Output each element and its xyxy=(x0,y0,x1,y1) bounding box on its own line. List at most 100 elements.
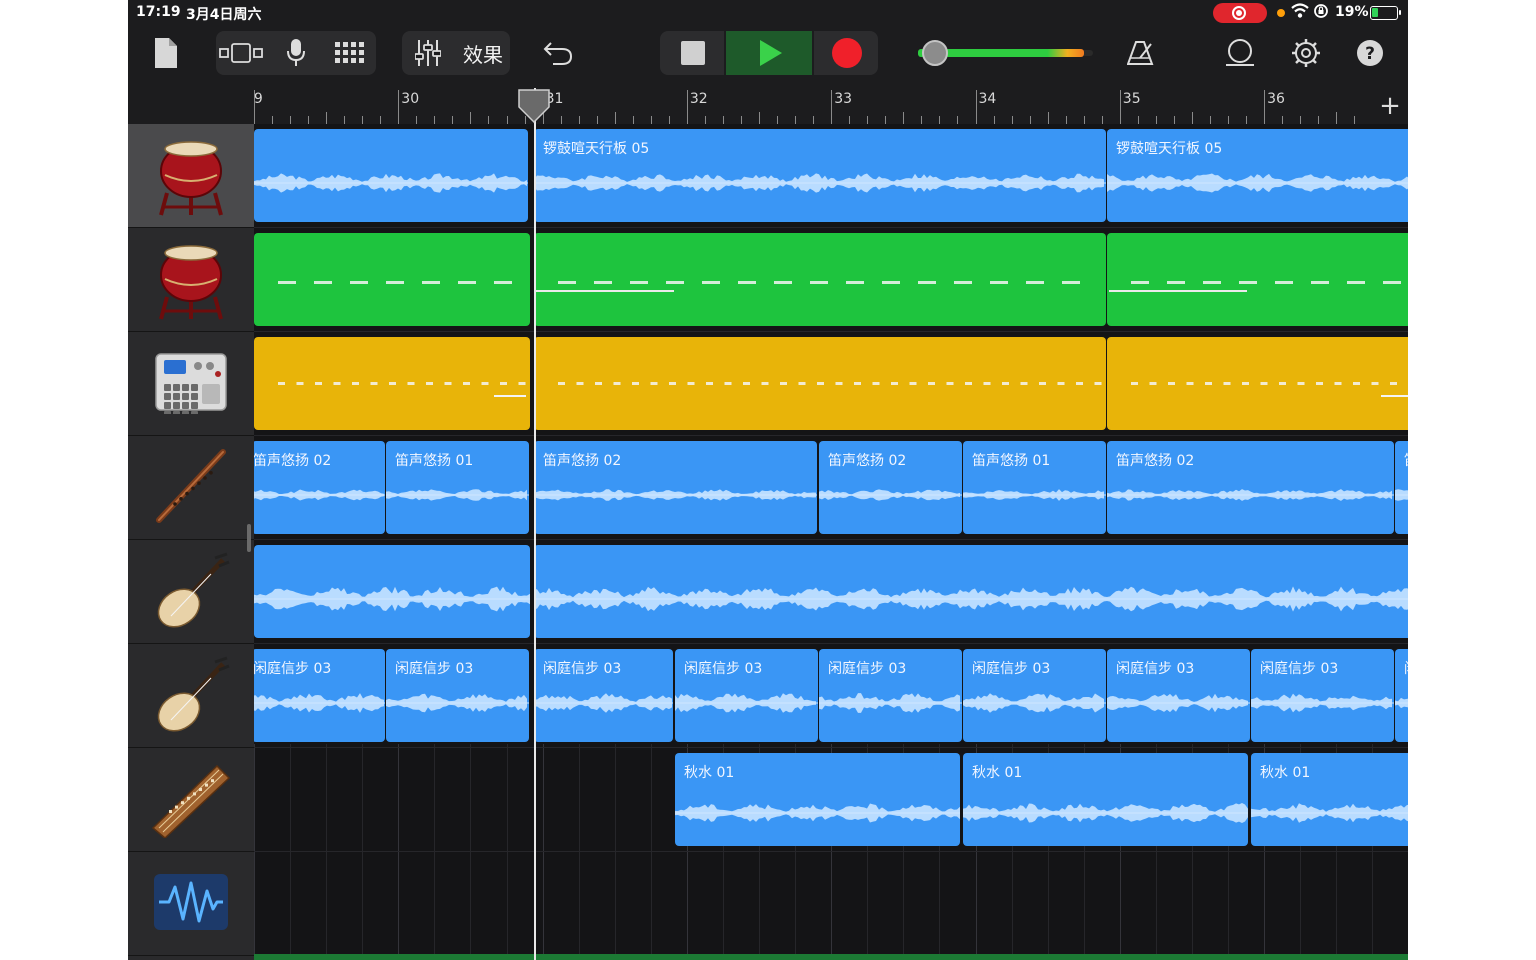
audio-region[interactable]: 笛声悠扬 01 xyxy=(963,441,1106,534)
drum-region[interactable] xyxy=(534,233,1106,326)
song-sections-button[interactable]: + xyxy=(1372,88,1408,124)
loop-browser-button[interactable] xyxy=(1222,31,1258,75)
waveform xyxy=(534,489,817,501)
audio-region[interactable]: 闲庭信步 03 xyxy=(1107,649,1250,742)
sliders-icon xyxy=(415,40,441,66)
ruler-tick xyxy=(398,90,400,124)
ruler-tick xyxy=(1336,112,1338,124)
record-button[interactable] xyxy=(814,31,878,75)
beat-sequencer-icon xyxy=(154,350,228,418)
audio-region[interactable]: 笛声悠扬 02 xyxy=(819,441,962,534)
stop-button[interactable] xyxy=(660,31,724,75)
beat-region[interactable] xyxy=(254,337,530,430)
pipa-icon xyxy=(151,654,231,738)
waveform xyxy=(1251,693,1394,713)
ruler-tick xyxy=(867,116,869,124)
track-header[interactable] xyxy=(128,332,254,436)
settings-button[interactable] xyxy=(1288,31,1324,75)
audio-region[interactable] xyxy=(254,129,528,222)
ruler-tick xyxy=(939,116,941,124)
audio-region[interactable]: 锣鼓喧天行板 05 xyxy=(534,129,1106,222)
waveform xyxy=(534,693,673,713)
ruler-tick xyxy=(831,90,833,124)
playhead[interactable] xyxy=(534,88,536,960)
audio-region[interactable]: 笛声悠扬 01 xyxy=(386,441,529,534)
waveform xyxy=(386,693,529,713)
audio-region[interactable]: 闲庭信步 03 xyxy=(675,649,818,742)
volume-knob[interactable] xyxy=(922,40,948,66)
grid-line xyxy=(254,744,255,960)
audio-region[interactable]: 秋水 01 xyxy=(963,753,1248,846)
effects-button[interactable]: 效果 xyxy=(458,31,508,75)
waveform xyxy=(1251,803,1408,823)
region-label: 笛声悠扬 02 xyxy=(828,453,907,469)
audio-region[interactable]: 闲 xyxy=(1395,649,1408,742)
metronome-button[interactable] xyxy=(1124,31,1158,75)
audio-region[interactable]: 闲庭信步 03 xyxy=(254,649,385,742)
waveform xyxy=(254,586,530,612)
waveform xyxy=(1107,173,1408,193)
master-volume-slider[interactable] xyxy=(918,40,1093,66)
audio-region[interactable]: 闲庭信步 03 xyxy=(963,649,1106,742)
audio-region[interactable] xyxy=(534,545,1408,638)
track-header[interactable] xyxy=(128,644,254,748)
record-icon xyxy=(832,38,862,68)
my-songs-button[interactable] xyxy=(148,31,184,75)
dizi-flute-icon xyxy=(151,446,231,530)
wifi-icon xyxy=(1291,3,1309,18)
audio-region[interactable]: 笛声悠扬 02 xyxy=(534,441,817,534)
play-button[interactable] xyxy=(726,31,812,75)
ruler-tick xyxy=(957,116,959,124)
waveform xyxy=(1107,693,1250,713)
audio-region[interactable]: 闲庭信步 03 xyxy=(386,649,529,742)
track-header[interactable] xyxy=(128,436,254,540)
audio-region[interactable]: 秋水 01 xyxy=(1251,753,1408,846)
lane-separator xyxy=(254,435,1408,436)
browser-button[interactable] xyxy=(328,31,372,75)
undo-button[interactable] xyxy=(538,31,578,75)
region-label: 闲庭信步 03 xyxy=(1116,661,1195,677)
ruler-tick xyxy=(795,116,797,124)
lane-separator xyxy=(254,747,1408,748)
track-header[interactable] xyxy=(128,852,254,956)
waveform xyxy=(1395,489,1408,501)
audio-region[interactable]: 闲庭信步 03 xyxy=(819,649,962,742)
drum-region[interactable] xyxy=(1107,233,1408,326)
status-date: 3月4日周六 xyxy=(186,7,262,23)
track-header[interactable] xyxy=(128,124,254,228)
help-button[interactable]: ? xyxy=(1354,31,1386,75)
grid-line xyxy=(542,744,544,960)
ruler-tick xyxy=(1011,116,1013,124)
beat-region[interactable] xyxy=(1107,337,1408,430)
audio-region[interactable]: 笛 xyxy=(1395,441,1408,534)
waveform xyxy=(819,693,962,713)
timeline-ruler[interactable]: 2930313233343536 xyxy=(254,88,1372,124)
track-header[interactable] xyxy=(128,540,254,644)
audio-region[interactable]: 闲庭信步 03 xyxy=(1251,649,1394,742)
record-input-button[interactable] xyxy=(274,31,318,75)
drum-region[interactable] xyxy=(254,233,530,326)
audio-region[interactable]: 笛声悠扬 02 xyxy=(1107,441,1394,534)
audio-region[interactable]: 锣鼓喧天行板 05 xyxy=(1107,129,1408,222)
ruler-tick xyxy=(506,116,508,124)
playhead-handle-icon[interactable] xyxy=(517,89,551,123)
audio-region[interactable]: 闲庭信步 03 xyxy=(534,649,673,742)
audio-region[interactable] xyxy=(254,545,530,638)
tracks-area[interactable]: 锣鼓喧天行板 05 锣鼓喧天行板 05 笛声悠扬 02 笛声悠扬 01 笛声悠扬 02 笛… xyxy=(254,124,1408,960)
ruler-tick xyxy=(1065,116,1067,124)
bar-number: 30 xyxy=(401,91,420,107)
screen-recording-indicator[interactable] xyxy=(1213,3,1267,23)
audio-region[interactable]: 笛声悠扬 02 xyxy=(254,441,385,534)
ruler-tick xyxy=(326,112,328,124)
track-controls-button[interactable] xyxy=(406,31,450,75)
beat-region[interactable] xyxy=(534,337,1106,430)
grid-icon xyxy=(335,42,364,63)
microphone-icon xyxy=(287,39,305,66)
track-header[interactable] xyxy=(128,748,254,852)
track-header[interactable] xyxy=(128,228,254,332)
region-label: 闲庭信步 03 xyxy=(254,661,332,677)
ruler-tick xyxy=(596,116,598,124)
audio-region[interactable]: 秋水 01 xyxy=(675,753,960,846)
view-toggle-button[interactable] xyxy=(218,31,264,75)
track-header-resize-handle[interactable] xyxy=(247,524,251,552)
